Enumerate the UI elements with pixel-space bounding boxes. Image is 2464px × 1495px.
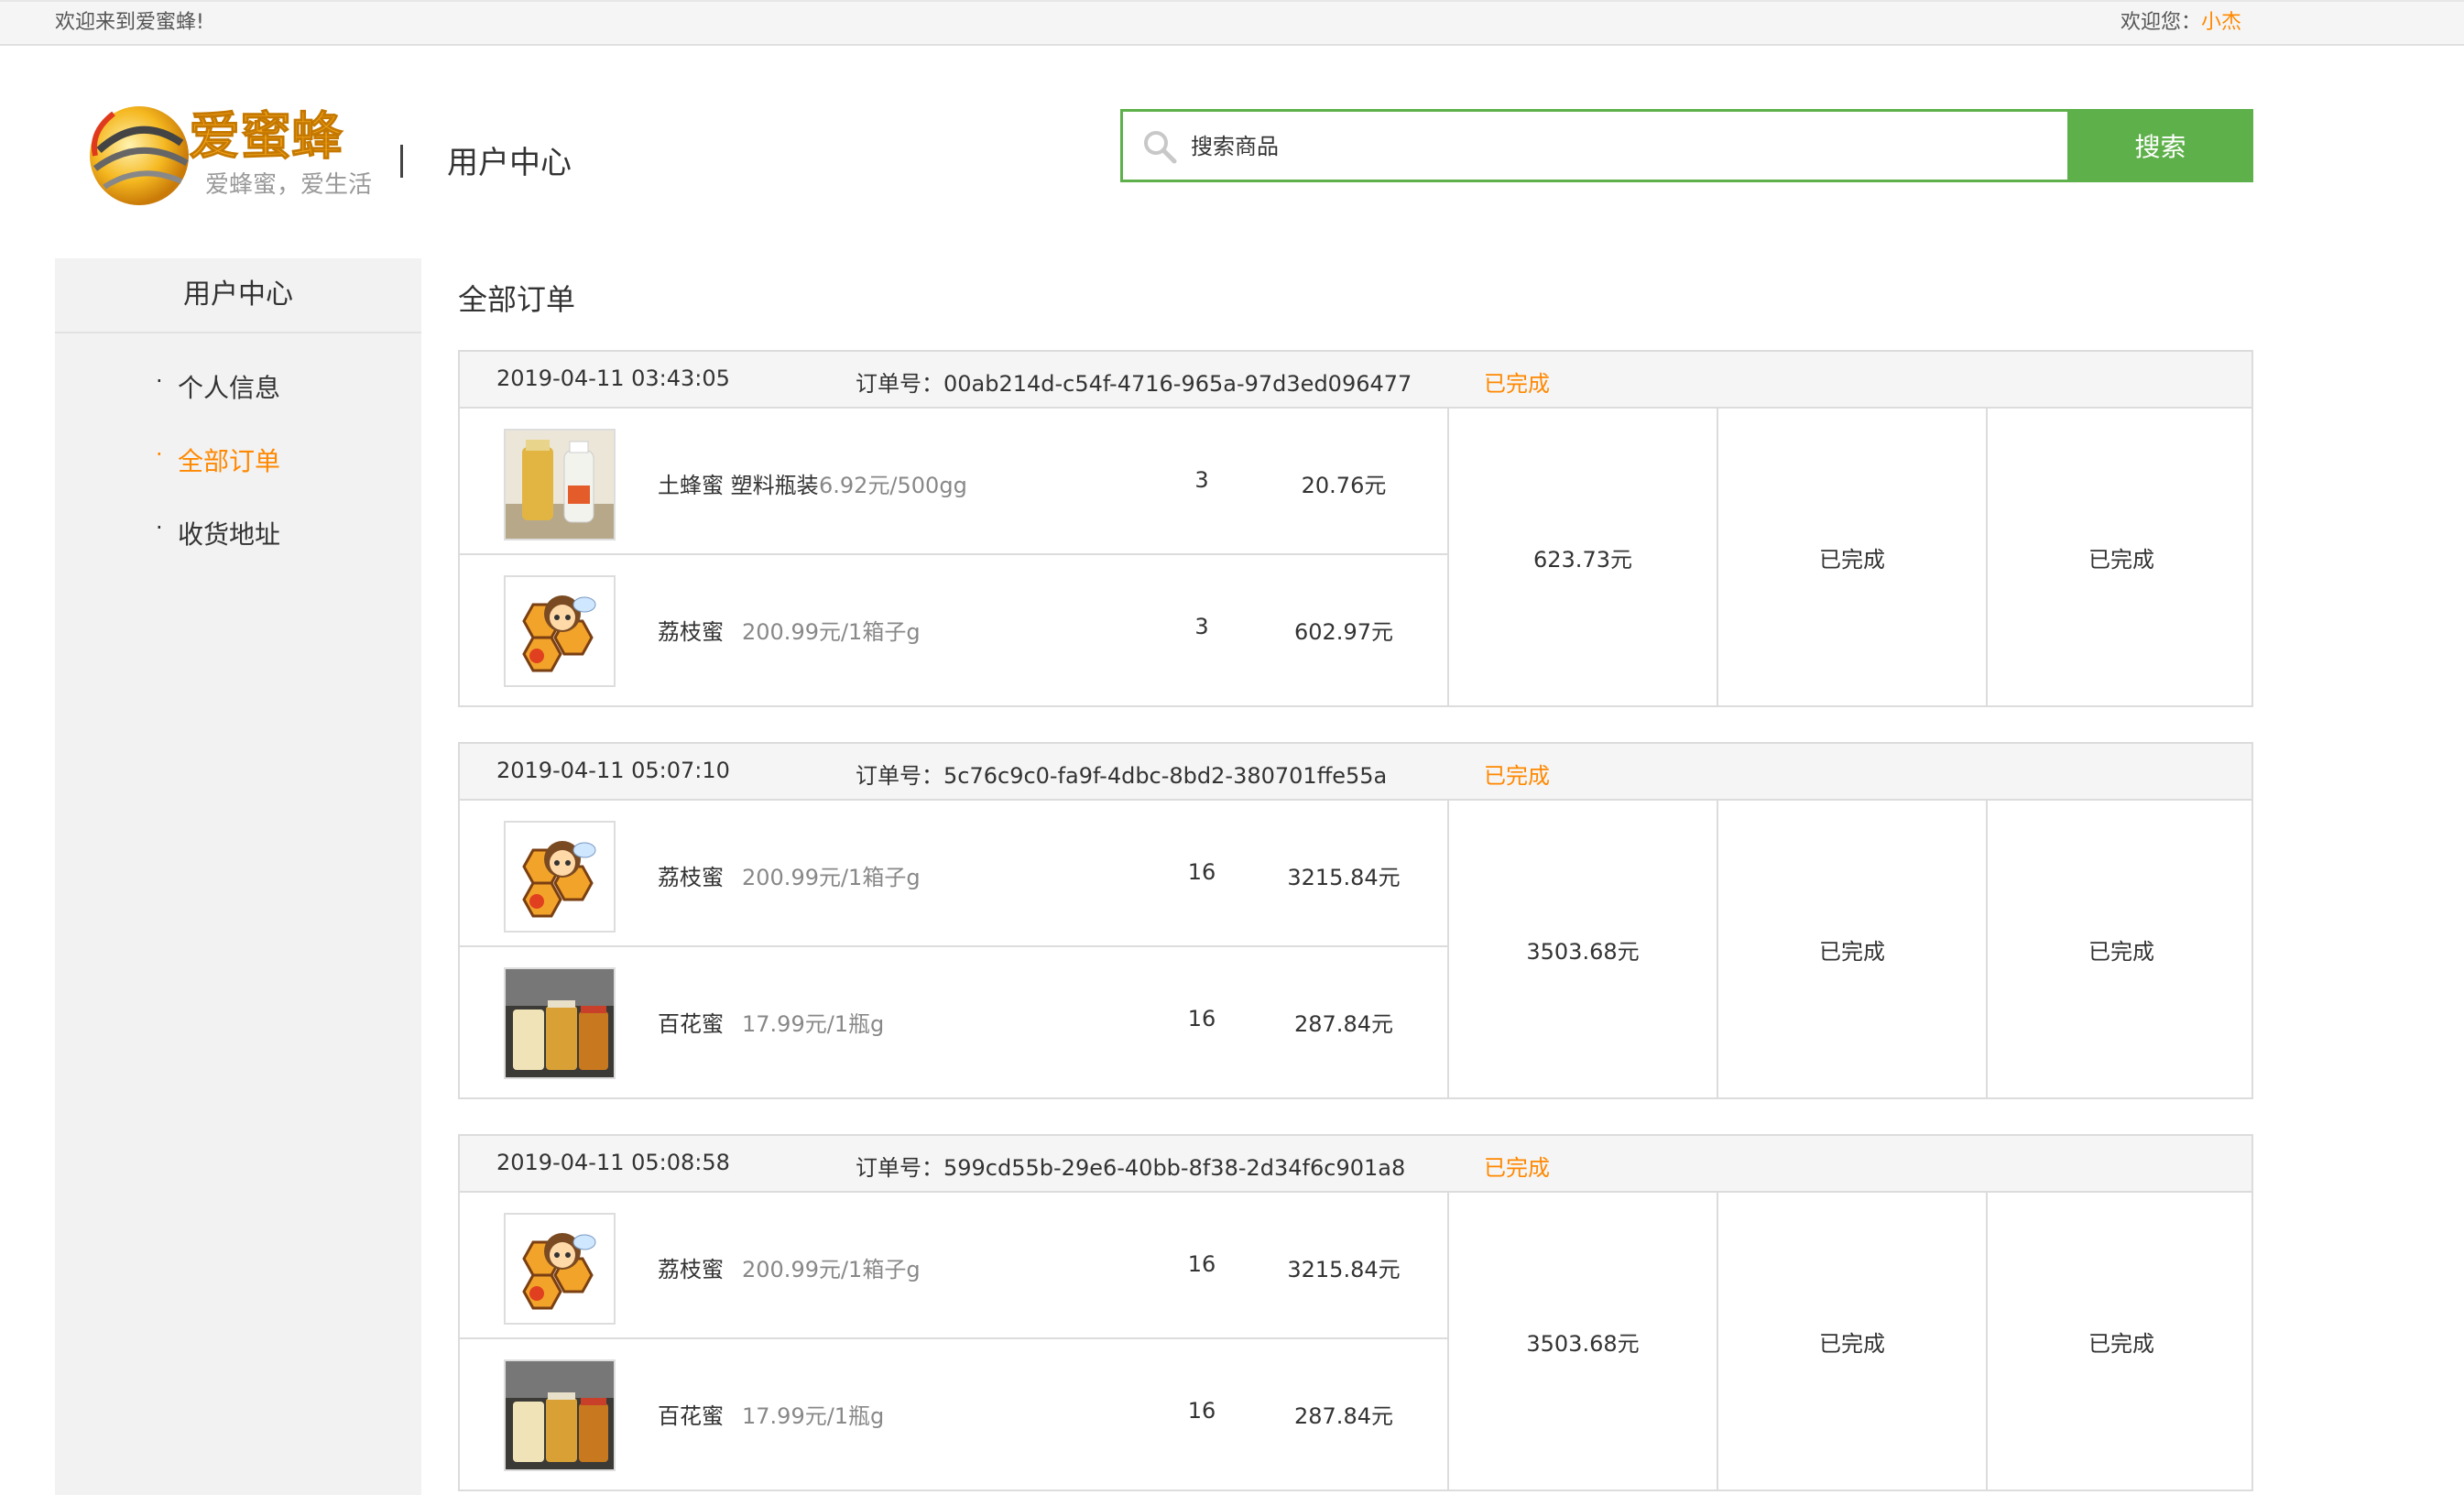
page-heading: 用户中心 — [447, 145, 572, 181]
order-item-row: 荔枝蜜 200.99元/1箱子g 16 3215.84元 — [460, 801, 1447, 947]
user-greeting-prefix: 欢迎您： — [2121, 11, 2202, 34]
order-number-value: 00ab214d-c54f-4716-965a-97d3ed096477 — [943, 371, 1412, 397]
order-number: 订单号：00ab214d-c54f-4716-965a-97d3ed096477 — [856, 366, 1412, 398]
product-quantity: 16 — [1187, 1398, 1216, 1424]
product-unit-price: 200.99元/1箱子g — [742, 1257, 921, 1282]
order-action: 已完成 — [1986, 409, 2255, 705]
sidebar-item-label: 全部订单 — [178, 446, 281, 476]
product-unit-price: 200.99元/1箱子g — [742, 865, 921, 890]
product-quantity: 16 — [1187, 1006, 1216, 1031]
order-header: 2019-04-11 05:07:10 订单号：5c76c9c0-fa9f-4d… — [460, 744, 2251, 801]
product-unit-price: 17.99元/1瓶g — [742, 1403, 885, 1429]
logo-graphic: 爱蜜蜂 爱蜂蜜，爱生活 — [90, 106, 372, 205]
sidebar-item-address[interactable]: · 收货地址 — [156, 515, 281, 551]
order-total: 623.73元 — [1447, 409, 1717, 705]
order-time: 2019-04-11 05:07:10 — [496, 758, 730, 783]
order-total: 3503.68元 — [1447, 801, 1717, 1097]
order-item-row: 荔枝蜜 200.99元/1箱子g 16 3215.84元 — [460, 1193, 1447, 1339]
product-quantity: 3 — [1194, 614, 1209, 639]
product-name-link[interactable]: 荔枝蜜 — [658, 614, 724, 646]
logo-name: 爱蜜蜂 — [189, 107, 343, 167]
product-image-bee-cartoon[interactable] — [504, 1213, 616, 1325]
order-state: 已完成 — [1717, 1193, 1986, 1490]
sidebar-item-label: 收货地址 — [178, 519, 281, 550]
product-quantity: 16 — [1187, 859, 1216, 885]
top-bar: 欢迎来到爱蜜蜂! 欢迎您：小杰 — [0, 0, 2464, 46]
product-image-honey-jars[interactable] — [504, 1359, 616, 1471]
product-name-link[interactable]: 土蜂蜜 塑料瓶装 — [658, 467, 819, 499]
bullet-icon: · — [156, 442, 163, 467]
order-item-row: 荔枝蜜 200.99元/1箱子g 3 602.97元 — [460, 555, 1447, 702]
bullet-icon: · — [156, 368, 163, 394]
sidebar-item-all-orders[interactable]: · 全部订单 — [156, 442, 281, 478]
sidebar-item-label: 个人信息 — [178, 373, 281, 403]
product-name-link[interactable]: 荔枝蜜 — [658, 1251, 724, 1283]
bullet-icon: · — [156, 515, 163, 540]
product-unit-price: 6.92元/500gg — [819, 473, 967, 498]
product-subtotal: 602.97元 — [1294, 619, 1393, 645]
order-number: 订单号：599cd55b-29e6-40bb-8f38-2d34f6c901a8 — [856, 1150, 1405, 1182]
product-unit-price: 200.99元/1箱子g — [742, 619, 921, 645]
product-name-link[interactable]: 百花蜜 — [658, 1398, 724, 1430]
user-name-link[interactable]: 小杰 — [2201, 11, 2241, 34]
product-image-bee-cartoon[interactable] — [504, 821, 616, 933]
order-number-prefix: 订单号： — [856, 371, 943, 397]
product-image-plastic-bottle[interactable] — [504, 429, 616, 540]
order-header: 2019-04-11 03:43:05 订单号：00ab214d-c54f-47… — [460, 352, 2251, 409]
order-item-row: 百花蜜 17.99元/1瓶g 16 287.84元 — [460, 947, 1447, 1094]
sidebar-item-profile[interactable]: · 个人信息 — [156, 368, 281, 405]
order-number-prefix: 订单号： — [856, 1155, 943, 1181]
product-image-bee-cartoon[interactable] — [504, 575, 616, 687]
product-name-link[interactable]: 百花蜜 — [658, 1006, 724, 1038]
order-number-value: 5c76c9c0-fa9f-4dbc-8bd2-380701ffe55a — [943, 763, 1388, 789]
order-time: 2019-04-11 05:08:58 — [496, 1150, 730, 1175]
sidebar: 用户中心 · 个人信息 · 全部订单 · 收货地址 — [55, 258, 421, 1495]
order-status: 已完成 — [1484, 1155, 1550, 1181]
order-status: 已完成 — [1484, 763, 1550, 789]
order-action: 已完成 — [1986, 801, 2255, 1097]
order-status: 已完成 — [1484, 371, 1550, 397]
order-number-prefix: 订单号： — [856, 763, 943, 789]
search-input[interactable] — [1189, 123, 2017, 170]
order-card: 2019-04-11 03:43:05 订单号：00ab214d-c54f-47… — [458, 350, 2253, 707]
order-header: 2019-04-11 05:08:58 订单号：599cd55b-29e6-40… — [460, 1136, 2251, 1193]
search-box — [1120, 109, 2070, 182]
order-time: 2019-04-11 03:43:05 — [496, 366, 730, 391]
welcome-text: 欢迎来到爱蜜蜂! — [55, 11, 204, 34]
product-subtotal: 287.84元 — [1294, 1011, 1393, 1037]
product-subtotal: 3215.84元 — [1287, 865, 1401, 890]
search-icon — [1141, 128, 1178, 165]
product-subtotal: 20.76元 — [1301, 473, 1387, 498]
product-name-link[interactable]: 荔枝蜜 — [658, 859, 724, 891]
user-greeting: 欢迎您：小杰 — [2121, 5, 2241, 35]
main-title: 全部订单 — [458, 282, 576, 317]
order-state: 已完成 — [1717, 409, 1986, 705]
product-quantity: 16 — [1187, 1251, 1216, 1277]
order-action: 已完成 — [1986, 1193, 2255, 1490]
order-total: 3503.68元 — [1447, 1193, 1717, 1490]
order-item-row: 百花蜜 17.99元/1瓶g 16 287.84元 — [460, 1339, 1447, 1486]
product-quantity: 3 — [1194, 467, 1209, 493]
sidebar-title: 用户中心 — [55, 258, 421, 333]
order-item-row: 土蜂蜜 塑料瓶装 6.92元/500gg 3 20.76元 — [460, 409, 1447, 555]
product-image-honey-jars[interactable] — [504, 967, 616, 1079]
product-subtotal: 3215.84元 — [1287, 1257, 1401, 1282]
order-card: 2019-04-11 05:07:10 订单号：5c76c9c0-fa9f-4d… — [458, 742, 2253, 1099]
product-unit-price: 17.99元/1瓶g — [742, 1011, 885, 1037]
logo-slogan: 爱蜂蜜，爱生活 — [205, 171, 372, 199]
order-number: 订单号：5c76c9c0-fa9f-4dbc-8bd2-380701ffe55a — [856, 758, 1387, 790]
order-card: 2019-04-11 05:08:58 订单号：599cd55b-29e6-40… — [458, 1134, 2253, 1491]
order-state: 已完成 — [1717, 801, 1986, 1097]
order-number-value: 599cd55b-29e6-40bb-8f38-2d34f6c901a8 — [943, 1155, 1406, 1181]
search-button[interactable]: 搜索 — [2067, 109, 2253, 182]
logo-divider — [400, 145, 403, 178]
product-subtotal: 287.84元 — [1294, 1403, 1393, 1429]
site-logo[interactable]: 爱蜜蜂 爱蜂蜜，爱生活 — [86, 95, 388, 213]
